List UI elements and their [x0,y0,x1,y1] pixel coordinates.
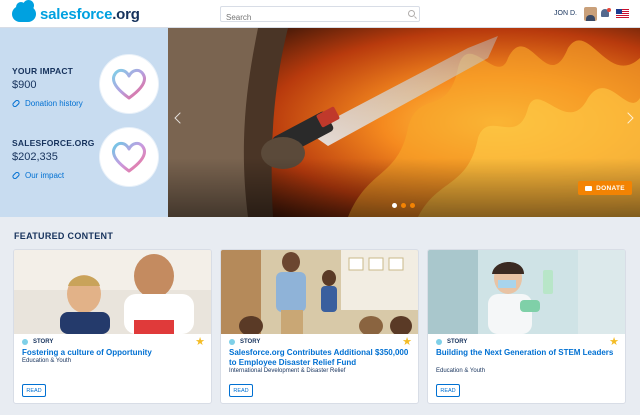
read-button[interactable]: READ [436,384,460,397]
story-title-link[interactable]: Fostering a culture of Opportunity [22,348,202,358]
story-category: Education & Youth [436,368,486,374]
carousel-dot[interactable] [392,203,397,208]
star-icon[interactable]: ★ [195,335,205,348]
your-impact-title: YOUR IMPACT [12,66,74,76]
read-button[interactable]: READ [22,384,46,397]
logo-text: salesforce [40,5,113,23]
heart-icon [112,141,146,173]
top-header: salesforce.org JON D. [0,0,640,28]
donation-history-label: Donation history [25,99,83,108]
star-icon[interactable]: ★ [402,335,412,348]
donate-label: DONATE [596,184,625,192]
logo-suffix: .org [112,5,140,23]
story-type-label: STORY [240,339,261,345]
impact-panel: YOUR IMPACT $900 Donation history SALESF… [0,28,168,217]
salesforce-org-logo[interactable]: salesforce.org [12,0,140,23]
story-type-icon [22,339,28,345]
carousel-indicators [392,203,415,208]
heart-icon [112,68,146,100]
story-category: Education & Youth [22,358,72,364]
org-impact-block: SALESFORCE.ORG $202,335 Our impact [11,138,95,181]
story-card[interactable]: STORY ★ Salesforce.org Contributes Addit… [220,249,419,404]
us-flag-icon[interactable] [616,9,629,18]
search-input[interactable] [221,10,401,25]
donation-history-link[interactable]: Donation history [11,98,83,109]
story-type: STORY [229,339,260,345]
link-icon [11,170,21,181]
story-image [14,250,211,334]
your-impact-heart [100,55,158,113]
story-type-icon [436,339,442,345]
featured-section: FEATURED CONTENT STORY ★ Fostering a cul… [0,217,640,415]
read-button[interactable]: READ [229,384,253,397]
link-icon [11,98,21,109]
story-title-link[interactable]: Salesforce.org Contributes Additional $3… [229,348,409,368]
featured-title: FEATURED CONTENT [14,231,114,241]
story-title-link[interactable]: Building the Next Generation of STEM Lea… [436,348,616,358]
donate-icon [585,185,593,191]
story-card[interactable]: STORY ★ Building the Next Generation of … [427,249,626,404]
story-image [428,250,625,334]
cloud-logo-icon [12,0,36,22]
story-type: STORY [22,339,53,345]
search-box[interactable] [220,6,420,25]
donate-button[interactable]: DONATE [578,181,632,195]
story-card[interactable]: STORY ★ Fostering a culture of Opportuni… [13,249,212,404]
search-icon[interactable] [408,10,415,17]
story-image [221,250,418,334]
our-impact-link[interactable]: Our impact [11,170,95,181]
your-impact-value: $900 [12,79,37,91]
bell-icon[interactable] [600,8,611,19]
your-impact-block: YOUR IMPACT $900 Donation history [11,66,83,109]
org-impact-heart [100,128,158,186]
carousel-dot[interactable] [401,203,406,208]
star-icon[interactable]: ★ [609,335,619,348]
story-type: STORY [436,339,467,345]
story-type-label: STORY [33,339,54,345]
story-type-icon [229,339,235,345]
avatar[interactable] [584,7,597,21]
story-type-label: STORY [447,339,468,345]
story-category: International Development & Disaster Rel… [229,368,346,374]
carousel-dot[interactable] [410,203,415,208]
hero-carousel[interactable]: DONATE [168,28,640,217]
org-impact-title: SALESFORCE.ORG [12,138,95,148]
org-impact-value: $202,335 [12,151,58,163]
firefighter-image [168,28,640,217]
our-impact-label: Our impact [25,171,65,180]
user-name[interactable]: JON D. [554,10,577,17]
